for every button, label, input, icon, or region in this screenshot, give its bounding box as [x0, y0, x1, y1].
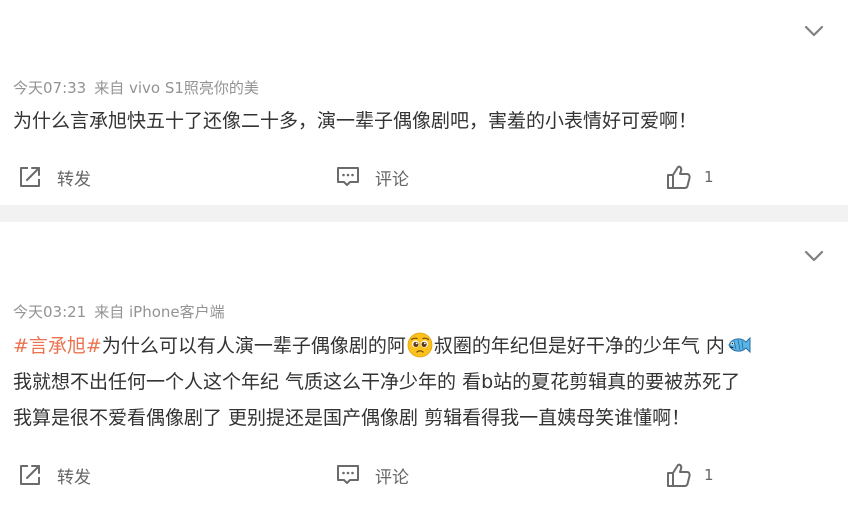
- comment-button[interactable]: 评论: [335, 460, 409, 490]
- post-text-line: 我就想不出任何一个人这个年纪 气质这么干净少年的 看b站的夏花剪辑真的要被苏死了: [13, 371, 741, 393]
- repost-label: 转发: [57, 169, 91, 190]
- post-text-body: 为什么言承旭快五十了还像二十多，演一辈子偶像剧吧，害羞的小表情好可爱啊！: [13, 110, 698, 132]
- post-card: 今天03:21 来自 iPhone客户端 #言承旭#为什么可以有人演一辈子偶像剧的…: [0, 222, 848, 509]
- repost-label: 转发: [57, 467, 91, 488]
- comment-icon: [335, 164, 361, 190]
- share-icon: [17, 462, 43, 488]
- post-time[interactable]: 今天03:21: [13, 303, 86, 321]
- post-text: #言承旭#为什么可以有人演一辈子偶像剧的阿 叔圈的年纪但是好干净的少年气 内 我…: [13, 328, 833, 436]
- post-card: 今天07:33 来自 vivo S1照亮你的美 为什么言承旭快五十了还像二十多，演…: [0, 0, 848, 205]
- repost-button[interactable]: 转发: [17, 162, 91, 192]
- like-button[interactable]: 1: [666, 162, 714, 192]
- post-text-line: 为什么可以有人演一辈子偶像剧的阿: [101, 335, 406, 357]
- thumbs-up-icon: [666, 164, 692, 190]
- post-text-line: 我算是很不爱看偶像剧了 更别提还是国产偶像剧 剪辑看得我一直姨母笑谁懂啊！: [13, 407, 691, 429]
- post-text: 为什么言承旭快五十了还像二十多，演一辈子偶像剧吧，害羞的小表情好可爱啊！: [13, 103, 833, 139]
- post-actions: 转发 评论 1: [0, 162, 848, 192]
- card-divider: [0, 205, 848, 222]
- like-count: 1: [704, 168, 714, 186]
- hashtag-link[interactable]: #言承旭#: [13, 335, 102, 357]
- post-source: 来自 iPhone客户端: [94, 303, 225, 321]
- chevron-down-icon[interactable]: [804, 24, 824, 38]
- pleading-face-emoji: [407, 332, 433, 358]
- comment-button[interactable]: 评论: [335, 162, 409, 192]
- post-time[interactable]: 今天07:33: [13, 79, 86, 97]
- post-actions: 转发 评论 1: [0, 460, 848, 490]
- thumbs-up-icon: [666, 462, 692, 488]
- like-button[interactable]: 1: [666, 460, 714, 490]
- comment-label: 评论: [375, 169, 409, 190]
- chevron-down-icon[interactable]: [804, 249, 824, 263]
- post-text-line: 叔圈的年纪但是好干净的少年气 内: [433, 335, 725, 357]
- post-meta: 今天07:33 来自 vivo S1照亮你的美: [13, 78, 267, 98]
- comment-label: 评论: [375, 467, 409, 488]
- like-count: 1: [704, 466, 714, 484]
- share-icon: [17, 164, 43, 190]
- fish-emoji: [726, 332, 752, 358]
- post-meta: 今天03:21 来自 iPhone客户端: [13, 302, 233, 322]
- post-source: 来自 vivo S1照亮你的美: [94, 79, 259, 97]
- repost-button[interactable]: 转发: [17, 460, 91, 490]
- comment-icon: [335, 462, 361, 488]
